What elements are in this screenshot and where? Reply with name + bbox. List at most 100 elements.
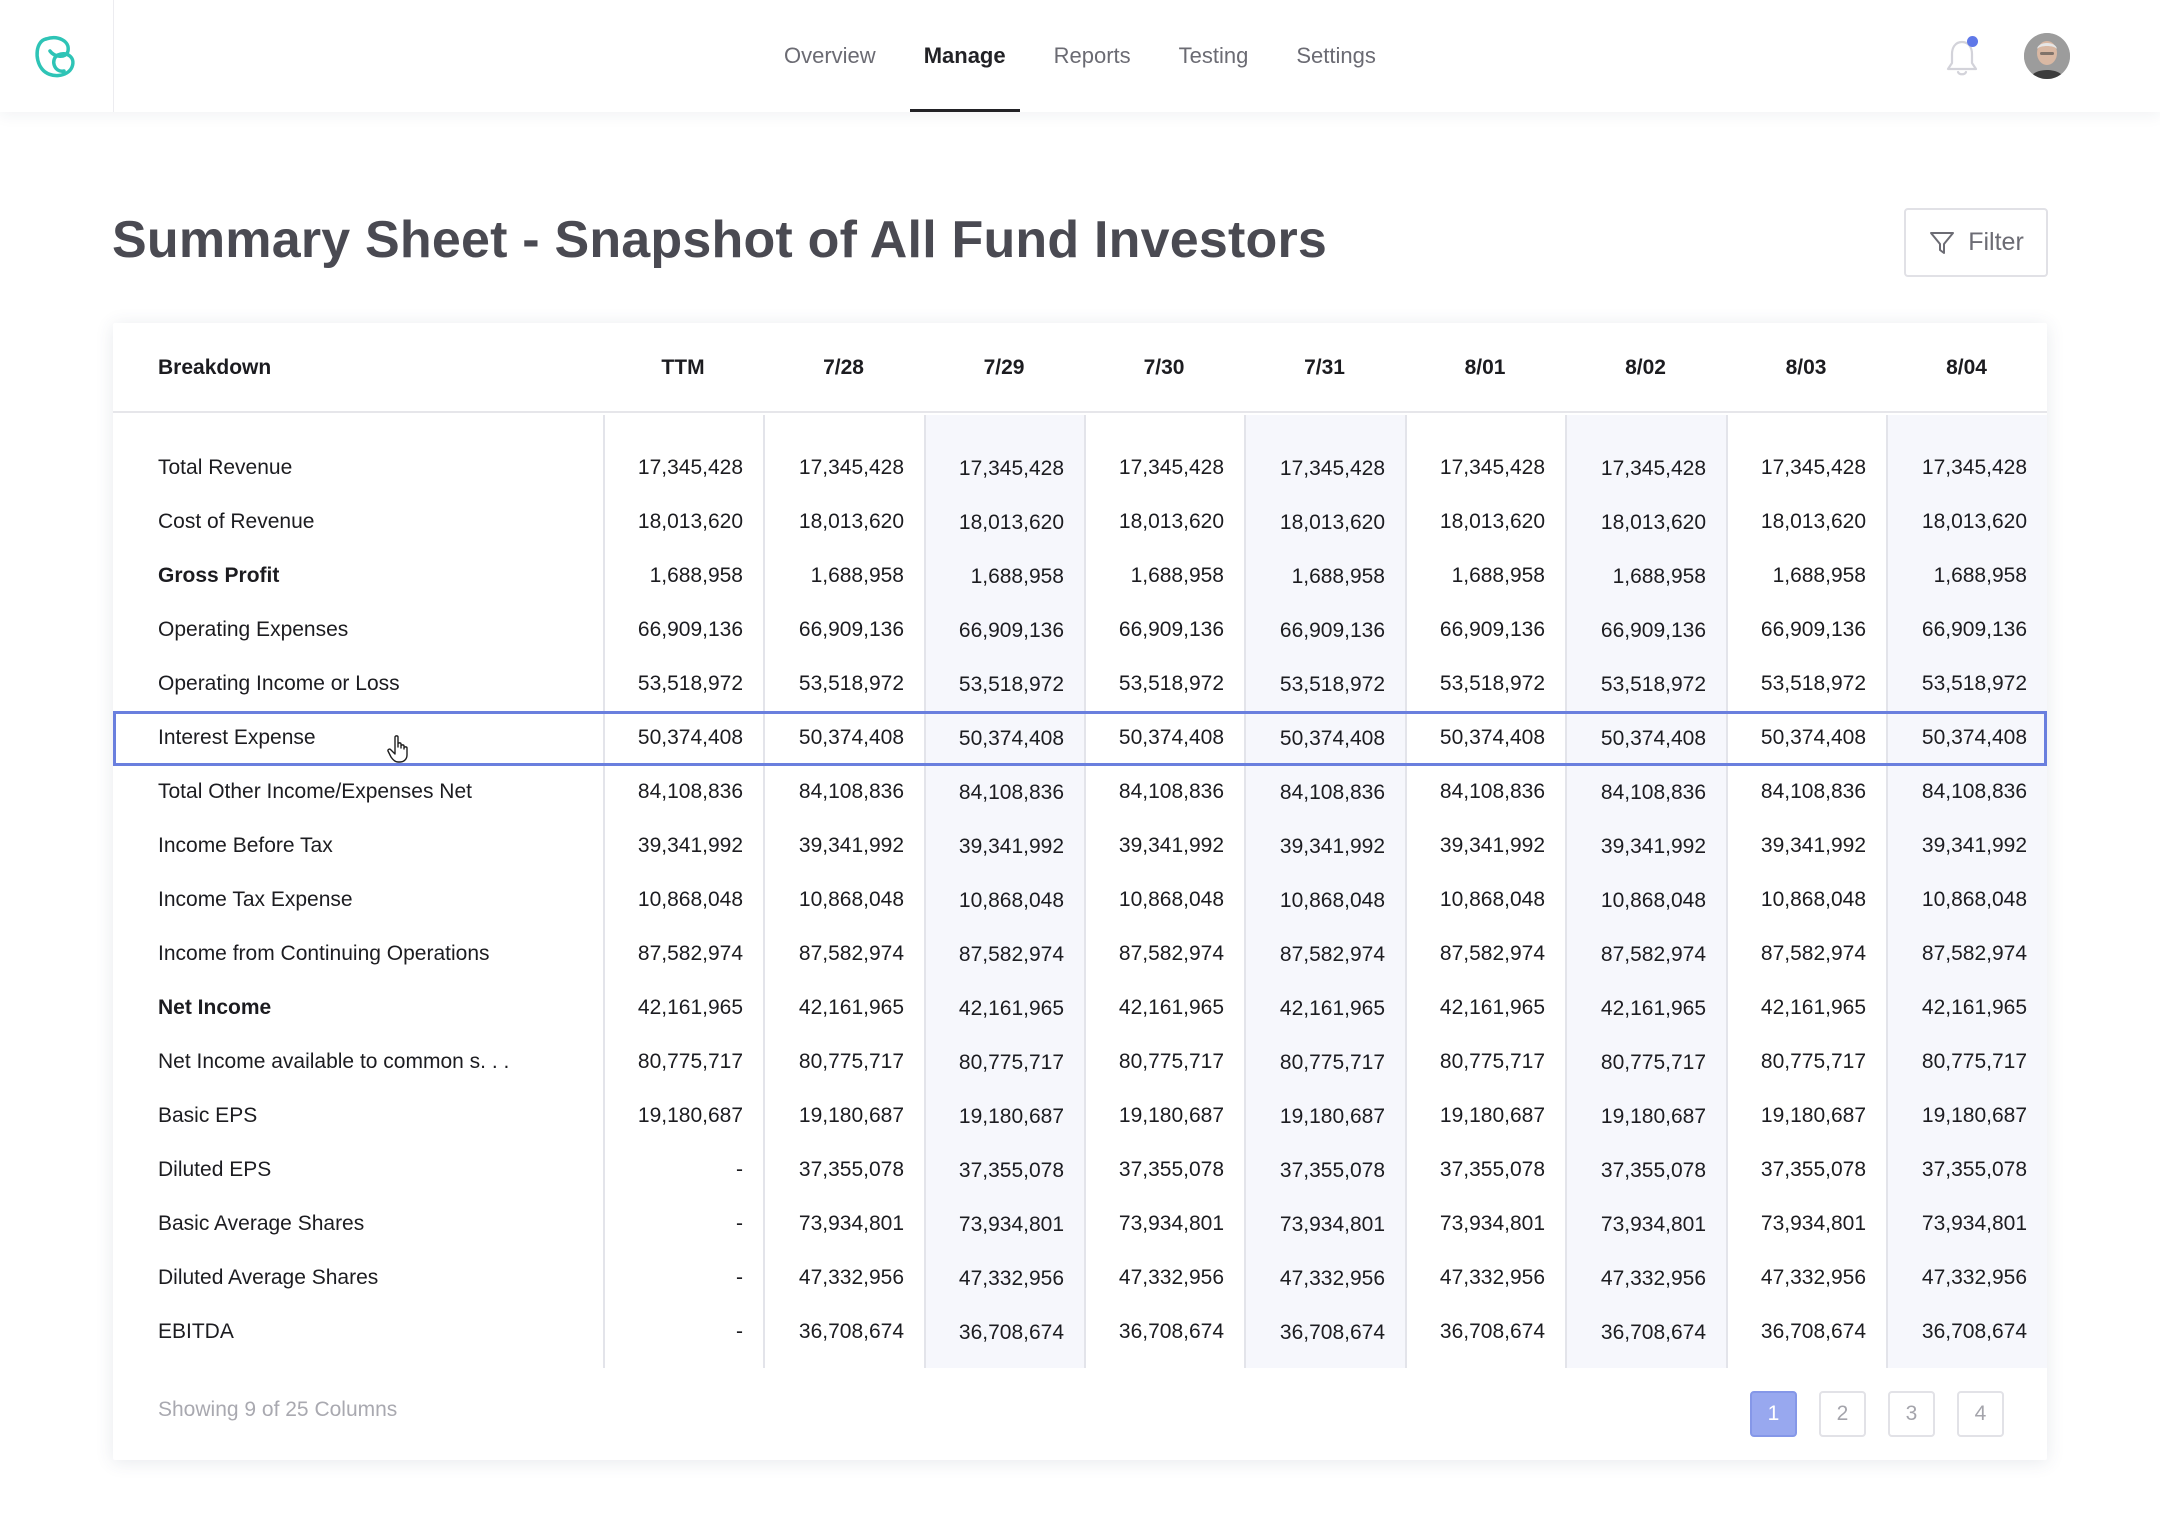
table-row[interactable]: Diluted EPS - 37,355,078 37,355,078 37,355,0… bbox=[113, 1143, 2047, 1197]
table-cell: - bbox=[736, 1158, 743, 1181]
table-cell: 87,582,974 bbox=[798, 942, 904, 965]
table-cell: 42,161,965 bbox=[1600, 997, 1706, 1020]
table-row[interactable]: Total Other Income/Expenses Net 84,108,83… bbox=[113, 765, 2047, 819]
page-button-2[interactable]: 2 bbox=[1819, 1391, 1866, 1437]
table-row[interactable]: Net Income 42,161,965 42,161,965 42,161,965… bbox=[113, 981, 2047, 1035]
table-row[interactable]: Diluted Average Shares - 47,332,956 47,332,… bbox=[113, 1251, 2047, 1305]
table-cell: 53,518,972 bbox=[1118, 672, 1224, 695]
table-row[interactable]: Total Revenue 17,345,428 17,345,428 17,345,… bbox=[113, 441, 2047, 495]
table-cell: 84,108,836 bbox=[637, 780, 743, 803]
table-cell: 80,775,717 bbox=[1439, 1050, 1545, 1073]
table-row[interactable]: Income Tax Expense 10,868,048 10,868,048 10… bbox=[113, 873, 2047, 927]
table-row[interactable]: Income from Continuing Operations 87,582,… bbox=[113, 927, 2047, 981]
table-cell: 42,161,965 bbox=[798, 996, 904, 1019]
page-button-3[interactable]: 3 bbox=[1888, 1391, 1935, 1437]
column-header[interactable]: 7/28 bbox=[763, 323, 924, 413]
table-cell: 10,868,048 bbox=[637, 888, 743, 911]
table-row[interactable]: Net Income available to common s. . . 80,… bbox=[113, 1035, 2047, 1089]
table-cell: 47,332,956 bbox=[1439, 1266, 1545, 1289]
filter-button[interactable]: Filter bbox=[1904, 208, 2048, 277]
column-header[interactable]: 8/04 bbox=[1886, 323, 2047, 413]
table-cell: 66,909,136 bbox=[637, 618, 743, 641]
table-row[interactable]: Operating Expenses 66,909,136 66,909,136 66… bbox=[113, 603, 2047, 657]
table-cell: 84,108,836 bbox=[798, 780, 904, 803]
table-header: Breakdown TTM 7/28 7/29 7/30 7/31 8/01 8/02 8/03… bbox=[113, 323, 2047, 413]
column-header-breakdown[interactable]: Breakdown bbox=[113, 323, 603, 413]
column-header[interactable]: 8/02 bbox=[1565, 323, 1726, 413]
table-cell: 39,341,992 bbox=[1279, 835, 1385, 858]
row-label: EBITDA bbox=[158, 1320, 234, 1343]
table-cell: 66,909,136 bbox=[1921, 618, 2027, 641]
table-cell: 80,775,717 bbox=[1760, 1050, 1866, 1073]
table-cell: 80,775,717 bbox=[637, 1050, 743, 1073]
table-cell: 1,688,958 bbox=[1130, 564, 1224, 587]
table-cell: 39,341,992 bbox=[1600, 835, 1706, 858]
table-cell: 19,180,687 bbox=[1118, 1104, 1224, 1127]
table-cell: 66,909,136 bbox=[1600, 619, 1706, 642]
table-cell: 47,332,956 bbox=[958, 1267, 1064, 1290]
table-cell: 73,934,801 bbox=[798, 1212, 904, 1235]
page-button-4[interactable]: 4 bbox=[1957, 1391, 2004, 1437]
table-cell: 37,355,078 bbox=[798, 1158, 904, 1181]
table-row[interactable]: Operating Income or Loss 53,518,972 53,518… bbox=[113, 657, 2047, 711]
table-cell: 42,161,965 bbox=[637, 996, 743, 1019]
table-cell: - bbox=[736, 1212, 743, 1235]
column-header[interactable]: 7/29 bbox=[924, 323, 1084, 413]
row-label: Basic Average Shares bbox=[158, 1212, 365, 1235]
notification-dot bbox=[1967, 36, 1978, 47]
brand-logo-icon bbox=[34, 36, 75, 78]
table-cell: 39,341,992 bbox=[1921, 834, 2027, 857]
table-cell: 42,161,965 bbox=[1439, 996, 1545, 1019]
table-cell: 80,775,717 bbox=[1279, 1051, 1385, 1074]
table-cell: 1,688,958 bbox=[970, 565, 1064, 588]
nav-tab-overview[interactable]: Overview bbox=[760, 0, 900, 112]
table-cell: 53,518,972 bbox=[1279, 673, 1385, 696]
table-cell: 50,374,408 bbox=[1921, 726, 2027, 749]
logo-cell[interactable] bbox=[0, 0, 114, 112]
table-cell: 39,341,992 bbox=[1760, 834, 1866, 857]
table-cell: 18,013,620 bbox=[798, 510, 904, 533]
table-row[interactable]: Basic Average Shares - 73,934,801 73,934,80… bbox=[113, 1197, 2047, 1251]
row-label: Income from Continuing Operations bbox=[158, 942, 490, 965]
table-cell: 1,688,958 bbox=[1612, 565, 1706, 588]
table-cell: 37,355,078 bbox=[1760, 1158, 1866, 1181]
table-cell: 19,180,687 bbox=[1921, 1104, 2027, 1127]
table-row[interactable]: Basic EPS 19,180,687 19,180,687 19,180,687 1… bbox=[113, 1089, 2047, 1143]
table-cell: 47,332,956 bbox=[1921, 1266, 2027, 1289]
table-cell: 66,909,136 bbox=[1118, 618, 1224, 641]
nav-tab-testing[interactable]: Testing bbox=[1155, 0, 1273, 112]
column-header[interactable]: 7/30 bbox=[1084, 323, 1244, 413]
table-cell: - bbox=[736, 1266, 743, 1289]
table-row[interactable]: Cost of Revenue 18,013,620 18,013,620 18,01… bbox=[113, 495, 2047, 549]
table-cell: 36,708,674 bbox=[1760, 1320, 1866, 1343]
table-cell: 50,374,408 bbox=[958, 727, 1064, 750]
nav-tab-settings[interactable]: Settings bbox=[1272, 0, 1400, 112]
table-row[interactable]: Gross Profit 1,688,958 1,688,958 1,688,958 1… bbox=[113, 549, 2047, 603]
column-header[interactable]: 7/31 bbox=[1244, 323, 1405, 413]
table-cell: 53,518,972 bbox=[1921, 672, 2027, 695]
table-cell: 87,582,974 bbox=[958, 943, 1064, 966]
column-header[interactable]: 8/01 bbox=[1405, 323, 1565, 413]
table-cell: 50,374,408 bbox=[1439, 726, 1545, 749]
column-header[interactable]: TTM bbox=[603, 323, 763, 413]
row-label: Net Income bbox=[158, 996, 272, 1019]
nav-tab-reports[interactable]: Reports bbox=[1030, 0, 1155, 112]
table-cell: 17,345,428 bbox=[798, 456, 904, 479]
table-cell: 10,868,048 bbox=[1921, 888, 2027, 911]
table-cell: 37,355,078 bbox=[1600, 1159, 1706, 1182]
table-row[interactable]: EBITDA - 36,708,674 36,708,674 36,708,674 36,… bbox=[113, 1305, 2047, 1359]
nav-tab-manage[interactable]: Manage bbox=[900, 0, 1030, 112]
table-cell: 84,108,836 bbox=[1760, 780, 1866, 803]
page-button-1[interactable]: 1 bbox=[1750, 1391, 1797, 1437]
table-cell: 84,108,836 bbox=[1439, 780, 1545, 803]
row-label: Gross Profit bbox=[158, 564, 280, 587]
user-avatar[interactable] bbox=[2024, 33, 2070, 79]
table-row[interactable]: Income Before Tax 39,341,992 39,341,992 39,… bbox=[113, 819, 2047, 873]
table-cell: 73,934,801 bbox=[1279, 1213, 1385, 1236]
table-cell: 18,013,620 bbox=[1760, 510, 1866, 533]
notifications-button[interactable] bbox=[1944, 36, 1980, 78]
summary-table: Breakdown TTM 7/28 7/29 7/30 7/31 8/01 8/02 8/03… bbox=[113, 323, 2047, 1460]
column-header[interactable]: 8/03 bbox=[1726, 323, 1886, 413]
table-cell: 37,355,078 bbox=[1279, 1159, 1385, 1182]
table-cell: 17,345,428 bbox=[1921, 456, 2027, 479]
